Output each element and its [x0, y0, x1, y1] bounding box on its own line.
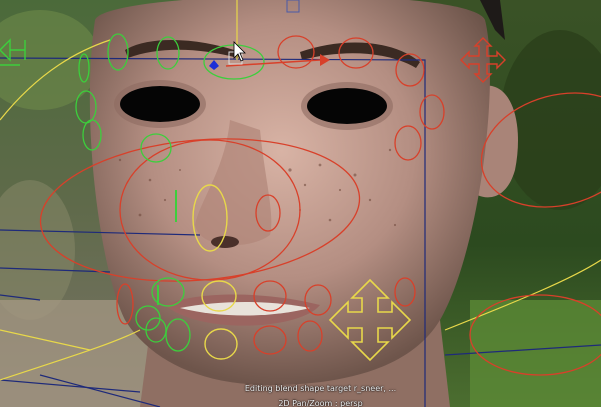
brow-r-control[interactable] — [277, 35, 315, 69]
head-move-control[interactable] — [0, 38, 26, 66]
rig-overlay — [0, 0, 601, 407]
jaw-move-control[interactable] — [328, 278, 412, 362]
mouth-corner-l4-control[interactable] — [165, 318, 191, 352]
jaw-r-control[interactable] — [469, 294, 601, 376]
yellow-guides — [0, 0, 601, 381]
nose-control[interactable] — [192, 184, 228, 252]
cheek-r-control[interactable] — [468, 76, 601, 224]
eye-l-lower-control[interactable] — [82, 119, 102, 151]
face-region-control[interactable] — [35, 126, 366, 293]
brow-l-outer-control[interactable] — [107, 33, 129, 71]
nose-region-control[interactable] — [119, 139, 301, 281]
chin-control[interactable] — [116, 283, 134, 325]
lip-lower-r-control[interactable] — [253, 325, 287, 355]
nostril-r-control[interactable] — [255, 194, 281, 232]
lip-upper-r-control[interactable] — [253, 280, 287, 312]
lip-lower-control[interactable] — [204, 328, 238, 360]
brow-r-mid-control[interactable] — [338, 37, 374, 69]
eye-l-control[interactable] — [75, 90, 97, 124]
lip-upper-control[interactable] — [201, 280, 237, 312]
brow-l-mid-control[interactable] — [156, 36, 180, 70]
lip-lower-r2-control[interactable] — [297, 320, 323, 352]
brow-r-outer-control[interactable] — [395, 53, 425, 87]
viewport-camera-text: 2D Pan/Zoom : persp — [278, 399, 363, 407]
eye-move-control[interactable] — [460, 37, 506, 83]
maya-viewport[interactable]: Editing blend shape target r_sneer, ... … — [0, 0, 601, 407]
eye-r-control[interactable] — [419, 94, 445, 130]
lip-upper-r2-control[interactable] — [304, 284, 332, 316]
mouth-corner-l-control[interactable] — [151, 277, 185, 307]
guide-lines — [0, 57, 601, 407]
viewport-status-text: Editing blend shape target r_sneer, ... — [244, 384, 397, 393]
mouth-corner-r-control[interactable] — [394, 277, 416, 307]
eye-r-lower-control[interactable] — [394, 125, 422, 161]
